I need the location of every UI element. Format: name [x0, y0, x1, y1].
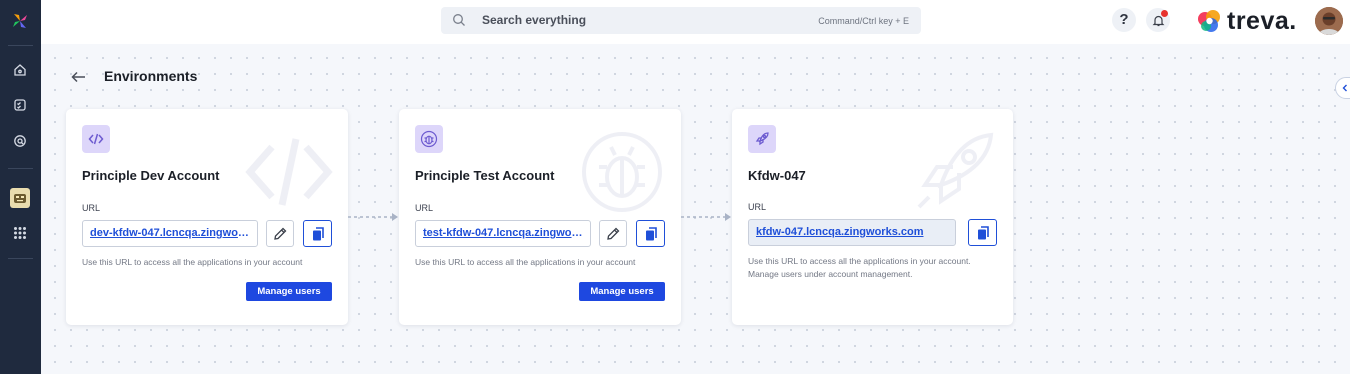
copy-icon: [645, 226, 657, 240]
environment-badge: [82, 125, 110, 153]
url-label: URL: [748, 202, 767, 212]
environment-card-production: Kfdw-047 URL kfdw-047.lcncqa.zingworks.c…: [732, 109, 1013, 325]
sidebar-divider: [8, 168, 33, 169]
checklist-icon: [14, 99, 26, 111]
chat-search-icon: [14, 135, 26, 147]
sidebar-divider: [8, 258, 33, 259]
notifications-button[interactable]: [1146, 8, 1170, 32]
environment-url-link[interactable]: dev-kfdw-047.lcncqa.zingworks.com: [82, 220, 258, 247]
copy-url-button[interactable]: [303, 220, 332, 247]
url-help-text: Use this URL to access all the applicati…: [82, 257, 303, 267]
edit-url-button[interactable]: [266, 220, 294, 247]
sidebar-item-bot[interactable]: [10, 188, 30, 208]
search-placeholder: Search everything: [482, 13, 587, 27]
url-label: URL: [415, 203, 434, 213]
url-label: URL: [82, 203, 101, 213]
app-logo-icon[interactable]: [11, 12, 29, 30]
code-icon: [88, 133, 104, 145]
flow-connector-arrow: [348, 213, 398, 221]
back-arrow-icon[interactable]: [70, 68, 88, 86]
environment-url-link[interactable]: kfdw-047.lcncqa.zingworks.com: [748, 219, 956, 246]
apps-grid-icon: [14, 227, 26, 239]
environment-card-dev: Principle Dev Account URL dev-kfdw-047.l…: [66, 109, 348, 325]
page-title: Environments: [104, 68, 198, 84]
help-button[interactable]: ?: [1112, 8, 1136, 32]
home-icon: [14, 64, 26, 76]
bug-icon: [420, 130, 438, 148]
collapse-panel-button[interactable]: [1335, 77, 1350, 99]
url-help-text: Use this URL to access all the applicati…: [748, 256, 971, 279]
search-shortcut-hint: Command/Ctrl key + E: [818, 16, 909, 26]
search-bar[interactable]: Search everything Command/Ctrl key + E: [441, 7, 921, 34]
rocket-icon: [755, 132, 769, 146]
edit-url-button[interactable]: [599, 220, 627, 247]
code-watermark-icon: [245, 138, 333, 206]
avatar[interactable]: [1315, 7, 1343, 35]
pencil-icon: [274, 227, 287, 240]
url-help-text: Use this URL to access all the applicati…: [415, 257, 636, 267]
sidebar-item-apps[interactable]: [10, 223, 30, 243]
brand-name: treva.: [1227, 6, 1297, 35]
environment-badge: [415, 125, 443, 153]
manage-users-button[interactable]: Manage users: [246, 282, 332, 301]
flow-connector-arrow: [681, 213, 731, 221]
environment-title: Principle Test Account: [415, 168, 555, 183]
sidebar-item-home[interactable]: [10, 60, 30, 80]
environment-card-test: Principle Test Account URL test-kfdw-047…: [399, 109, 681, 325]
environment-title: Principle Dev Account: [82, 168, 220, 183]
sidebar-item-tasks[interactable]: [10, 95, 30, 115]
copy-icon: [312, 226, 324, 240]
treva-logo-icon: [1198, 10, 1220, 32]
notification-dot: [1161, 10, 1168, 17]
search-icon: [453, 14, 465, 26]
sidebar-divider: [8, 45, 33, 46]
sidebar-item-chat[interactable]: [10, 131, 30, 151]
bug-watermark-icon: [582, 132, 662, 212]
robot-icon: [14, 194, 26, 203]
user-photo-icon: [1315, 7, 1343, 35]
environment-badge: [748, 125, 776, 153]
brand-logo: treva.: [1195, 7, 1297, 35]
copy-url-button[interactable]: [636, 220, 665, 247]
pencil-icon: [607, 227, 620, 240]
manage-users-button[interactable]: Manage users: [579, 282, 665, 301]
environment-title: Kfdw-047: [748, 168, 806, 183]
chevron-left-icon: [1342, 84, 1347, 92]
top-bar: Search everything Command/Ctrl key + E ?…: [41, 0, 1350, 44]
environment-url-link[interactable]: test-kfdw-047.lcncqa.zingworks.com: [415, 220, 591, 247]
copy-url-button[interactable]: [968, 219, 997, 246]
rocket-watermark-icon: [917, 132, 994, 209]
copy-icon: [977, 225, 989, 239]
sidebar: [0, 0, 41, 374]
